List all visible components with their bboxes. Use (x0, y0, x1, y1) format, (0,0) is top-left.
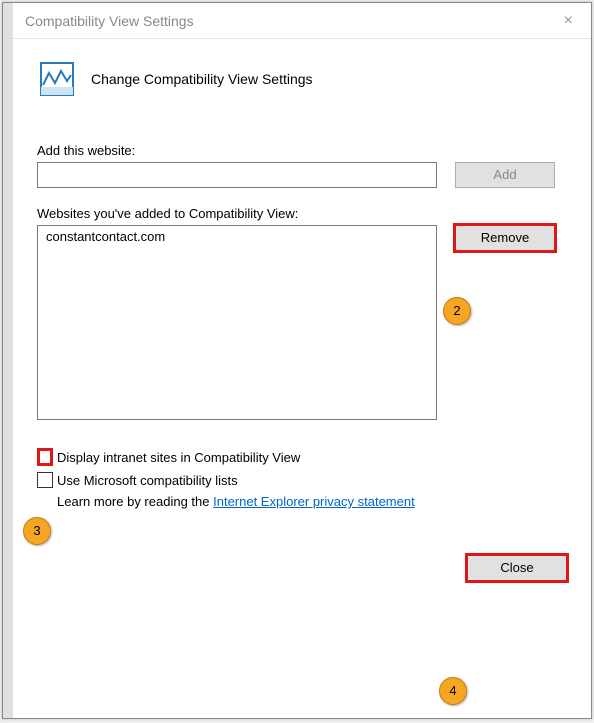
list-item[interactable]: constantcontact.com (40, 228, 434, 245)
dialog-window: Compatibility View Settings × Change Com… (2, 2, 592, 719)
add-button[interactable]: Add (455, 162, 555, 188)
intranet-checkbox-label: Display intranet sites in Compatibility … (57, 450, 300, 465)
titlebar: Compatibility View Settings × (13, 3, 591, 39)
compat-list-row: constantcontact.com Remove (37, 225, 567, 420)
compat-view-icon (37, 59, 77, 99)
compat-list[interactable]: constantcontact.com (37, 225, 437, 420)
mslists-checkbox-row: Use Microsoft compatibility lists (37, 472, 567, 488)
privacy-statement-link[interactable]: Internet Explorer privacy statement (213, 494, 415, 509)
compat-list-label: Websites you've added to Compatibility V… (37, 206, 567, 221)
learn-more-line: Learn more by reading the Internet Explo… (57, 494, 567, 509)
add-website-row: Add (37, 162, 567, 188)
annotation-callout-2: 2 (443, 297, 471, 325)
header-title: Change Compatibility View Settings (91, 71, 313, 87)
intranet-checkbox[interactable] (37, 448, 53, 466)
dialog-footer: Close (37, 555, 567, 581)
dialog-content: Change Compatibility View Settings Add t… (3, 39, 591, 599)
learn-more-prefix: Learn more by reading the (57, 494, 213, 509)
mslists-checkbox-label: Use Microsoft compatibility lists (57, 473, 238, 488)
add-website-label: Add this website: (37, 143, 567, 158)
close-icon[interactable]: × (558, 3, 579, 39)
header-row: Change Compatibility View Settings (37, 59, 567, 99)
annotation-callout-4: 4 (439, 677, 467, 705)
close-button[interactable]: Close (467, 555, 567, 581)
remove-button[interactable]: Remove (455, 225, 555, 251)
mslists-checkbox[interactable] (37, 472, 53, 488)
add-website-input[interactable] (37, 162, 437, 188)
annotation-callout-3: 3 (23, 517, 51, 545)
intranet-checkbox-row: Display intranet sites in Compatibility … (37, 448, 567, 466)
window-title: Compatibility View Settings (25, 3, 194, 39)
